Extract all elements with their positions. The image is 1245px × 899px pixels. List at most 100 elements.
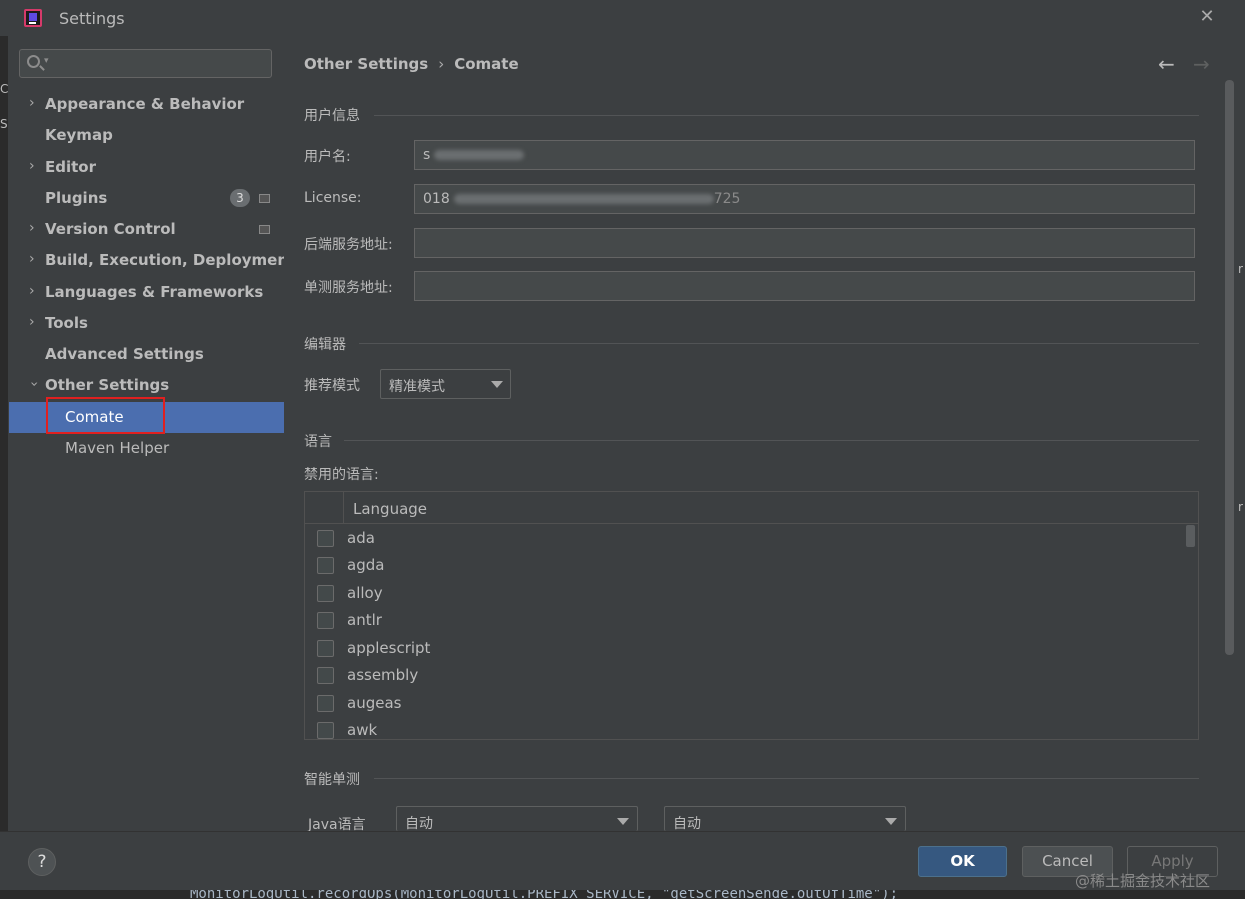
sidebar-item-label: Version Control bbox=[45, 220, 176, 238]
language-checkbox[interactable] bbox=[317, 612, 334, 629]
table-row[interactable]: applescript bbox=[305, 635, 1185, 662]
chevron-down-icon: › bbox=[25, 381, 42, 387]
sidebar-item-build-execution-deployment[interactable]: › Build, Execution, Deployment bbox=[9, 245, 295, 276]
section-editor: 编辑器 bbox=[304, 337, 346, 353]
section-user-info: 用户信息 bbox=[304, 108, 360, 124]
table-header: Language bbox=[305, 492, 1198, 524]
java-test-mode-select[interactable]: 自动 bbox=[396, 806, 638, 832]
table-row[interactable]: ada bbox=[305, 525, 1185, 552]
background-code-line: MonitorLogUtil.recordOps(MonitorLogUtil.… bbox=[190, 890, 899, 899]
disabled-languages-table: Language ada agda alloy antlr applescrip… bbox=[304, 491, 1199, 740]
license-field[interactable]: 018 725 bbox=[414, 184, 1195, 214]
language-checkbox[interactable] bbox=[317, 640, 334, 657]
sidebar-item-appearance-behavior[interactable]: › Appearance & Behavior bbox=[9, 89, 284, 120]
java-test-framework-value: 自动 bbox=[673, 816, 701, 832]
java-test-mode-value: 自动 bbox=[405, 816, 433, 832]
sidebar-item-advanced-settings[interactable]: Advanced Settings bbox=[9, 339, 284, 370]
language-name: augeas bbox=[347, 694, 402, 712]
sidebar-item-tools[interactable]: › Tools bbox=[9, 308, 284, 339]
close-icon[interactable]: ✕ bbox=[1196, 6, 1218, 28]
sidebar-item-languages-frameworks[interactable]: › Languages & Frameworks bbox=[9, 277, 284, 308]
language-name: agda bbox=[347, 556, 385, 574]
recommend-mode-select[interactable]: 精准模式 bbox=[380, 369, 511, 399]
language-checkbox[interactable] bbox=[317, 530, 334, 547]
backend-url-label: 后端服务地址: bbox=[304, 237, 393, 253]
plugins-update-badge: 3 bbox=[230, 189, 250, 207]
background-char: r bbox=[1238, 500, 1243, 514]
language-name: ada bbox=[347, 529, 375, 547]
background-code-editor: MonitorLogUtil.recordOps(MonitorLogUtil.… bbox=[0, 890, 1245, 899]
language-checkbox[interactable] bbox=[317, 722, 334, 739]
table-scrollbar[interactable] bbox=[1186, 525, 1195, 547]
back-arrow-icon[interactable]: ← bbox=[1158, 52, 1175, 76]
sidebar-item-label: Advanced Settings bbox=[45, 345, 204, 363]
sidebar-item-label: Tools bbox=[45, 314, 88, 332]
background-char: C bbox=[0, 82, 9, 96]
help-button[interactable]: ? bbox=[28, 848, 56, 876]
license-value: 018 725 bbox=[423, 191, 741, 207]
language-name: awk bbox=[347, 721, 378, 739]
project-settings-icon bbox=[259, 225, 270, 234]
language-checkbox[interactable] bbox=[317, 695, 334, 712]
recommend-mode-label: 推荐模式 bbox=[304, 378, 360, 394]
sidebar-item-label: Maven Helper bbox=[65, 439, 170, 457]
chevron-right-icon: › bbox=[29, 158, 35, 174]
breadcrumb-current: Comate bbox=[454, 55, 519, 73]
language-name: antlr bbox=[347, 611, 382, 629]
test-url-label: 单测服务地址: bbox=[304, 280, 393, 296]
chevron-right-icon: › bbox=[29, 283, 35, 299]
table-row[interactable]: agda bbox=[305, 552, 1185, 579]
background-char: S bbox=[0, 117, 8, 131]
breadcrumb: Other Settings › Comate bbox=[304, 55, 519, 73]
sidebar-item-maven-helper[interactable]: Maven Helper bbox=[9, 433, 284, 464]
username-label: 用户名: bbox=[304, 149, 351, 165]
column-header-language[interactable]: Language bbox=[353, 500, 427, 518]
breadcrumb-parent[interactable]: Other Settings bbox=[304, 55, 428, 73]
ok-button[interactable]: OK bbox=[918, 846, 1007, 877]
content-scrollbar[interactable] bbox=[1225, 80, 1234, 655]
sidebar-item-editor[interactable]: › Editor bbox=[9, 152, 284, 183]
chevron-right-icon: › bbox=[29, 314, 35, 330]
forward-arrow-icon[interactable]: → bbox=[1193, 52, 1210, 76]
recommend-mode-value: 精准模式 bbox=[389, 379, 445, 395]
sidebar-item-label: Appearance & Behavior bbox=[45, 95, 245, 113]
backend-url-field[interactable] bbox=[414, 228, 1195, 258]
watermark: @稀土掘金技术社区 bbox=[1075, 872, 1211, 890]
test-url-field[interactable] bbox=[414, 271, 1195, 301]
chevron-down-icon: ▾ bbox=[44, 56, 49, 66]
language-checkbox[interactable] bbox=[317, 557, 334, 574]
language-name: alloy bbox=[347, 584, 383, 602]
sidebar-item-label: Plugins bbox=[45, 189, 108, 207]
section-divider bbox=[344, 440, 1199, 441]
table-header-check-column bbox=[305, 492, 344, 524]
language-name: applescript bbox=[347, 639, 431, 657]
chevron-down-icon bbox=[885, 818, 897, 825]
project-settings-icon bbox=[259, 194, 270, 203]
title-bar: Settings ✕ bbox=[0, 0, 1245, 36]
table-row[interactable]: augeas bbox=[305, 690, 1185, 717]
section-divider bbox=[374, 778, 1199, 779]
breadcrumb-separator: › bbox=[438, 55, 445, 73]
table-row[interactable]: alloy bbox=[305, 580, 1185, 607]
sidebar-item-label: Keymap bbox=[45, 126, 113, 144]
java-test-framework-select[interactable]: 自动 bbox=[664, 806, 906, 832]
section-language: 语言 bbox=[304, 434, 332, 450]
sidebar-item-label: Other Settings bbox=[45, 376, 170, 394]
language-checkbox[interactable] bbox=[317, 585, 334, 602]
window-title: Settings bbox=[59, 9, 125, 28]
sidebar-item-version-control[interactable]: › Version Control bbox=[9, 214, 284, 245]
chevron-right-icon: › bbox=[29, 95, 35, 111]
section-divider bbox=[374, 115, 1199, 116]
table-row[interactable]: awk bbox=[305, 717, 1185, 739]
section-divider bbox=[359, 343, 1199, 344]
username-field[interactable]: s bbox=[414, 140, 1195, 170]
settings-dialog: Settings ✕ C S ▾ › Appearance & Behavior… bbox=[0, 0, 1245, 890]
background-char: r bbox=[1238, 262, 1243, 276]
search-input[interactable]: ▾ bbox=[19, 49, 272, 78]
sidebar-item-keymap[interactable]: Keymap bbox=[9, 120, 284, 151]
annotation-highlight-box bbox=[46, 397, 165, 434]
language-checkbox[interactable] bbox=[317, 667, 334, 684]
table-row[interactable]: antlr bbox=[305, 607, 1185, 634]
table-row[interactable]: assembly bbox=[305, 662, 1185, 689]
chevron-right-icon: › bbox=[29, 220, 35, 236]
